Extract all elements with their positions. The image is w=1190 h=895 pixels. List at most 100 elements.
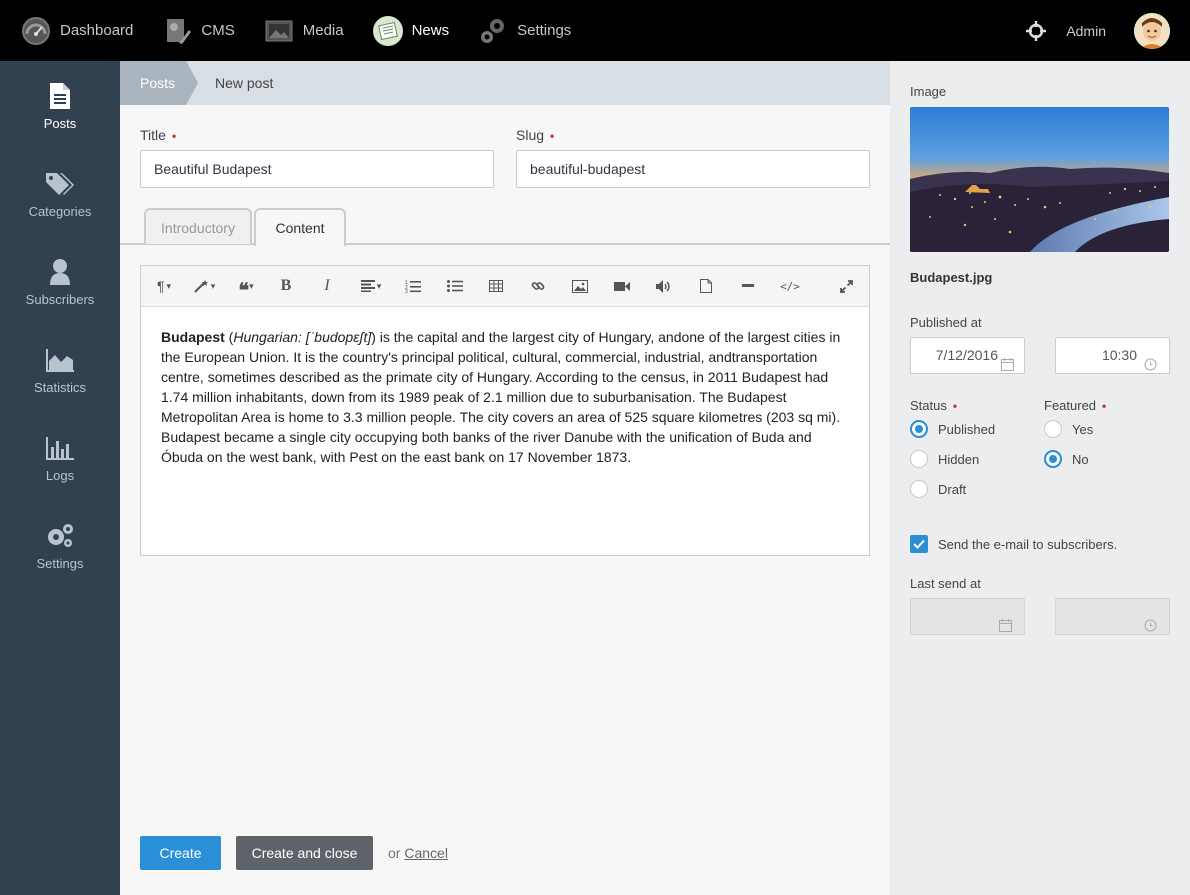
- status-label: Status •: [910, 398, 957, 413]
- topnav-label: Media: [302, 22, 344, 39]
- slug-label-text: Slug: [516, 127, 545, 143]
- sidebar-item-subscribers[interactable]: Subscribers: [0, 237, 120, 325]
- sidebar-item-statistics[interactable]: Statistics: [0, 325, 120, 413]
- breadcrumb: Posts New post: [120, 61, 890, 105]
- code-view-icon[interactable]: </>: [775, 266, 805, 306]
- right-panel: Image Budapest.jpg Published at 7/12/201…: [890, 61, 1190, 895]
- calendar-icon: [999, 610, 1012, 645]
- media-photo-icon: [263, 15, 295, 47]
- tab-content[interactable]: Content: [254, 208, 346, 246]
- editor-content[interactable]: Budapest (Hungarian: [ˈbudopɛʃt]) is the…: [141, 307, 869, 467]
- create-and-close-button[interactable]: Create and close: [236, 836, 373, 870]
- content-body: ) is the capital and the largest city of…: [161, 329, 841, 465]
- status-option-label: Draft: [938, 482, 967, 497]
- featured-no-radio[interactable]: [1044, 450, 1062, 468]
- published-time-input[interactable]: 10:30: [1055, 337, 1170, 374]
- sidebar-item-label: Logs: [45, 467, 75, 483]
- slug-input[interactable]: beautiful-budapest: [516, 150, 870, 188]
- unordered-list-icon[interactable]: [440, 266, 470, 306]
- required-mark: •: [1102, 399, 1107, 413]
- featured-label-text: Featured: [1044, 398, 1097, 413]
- topnav-label: Dashboard: [60, 22, 134, 39]
- news-icon: [372, 15, 404, 47]
- document-icon: [44, 80, 76, 112]
- cancel-link[interactable]: Cancel: [404, 845, 448, 861]
- breadcrumb-current: New post: [215, 75, 274, 91]
- status-option-label: Hidden: [938, 452, 980, 467]
- align-icon[interactable]: ▾: [356, 266, 386, 306]
- send-email-checkbox[interactable]: [910, 535, 928, 553]
- featured-label: Featured •: [1044, 398, 1106, 413]
- calendar-icon: [1001, 349, 1014, 384]
- topnav-label: CMS: [201, 22, 235, 39]
- tab-introductory[interactable]: Introductory: [144, 208, 252, 244]
- topnav-cms[interactable]: CMS: [161, 0, 235, 61]
- user-icon: [44, 256, 76, 288]
- title-label: Title •: [140, 127, 176, 143]
- horizontal-rule-icon[interactable]: [733, 266, 763, 306]
- status-draft-radio[interactable]: [910, 480, 928, 498]
- featured-yes-radio[interactable]: [1044, 420, 1062, 438]
- status-option-label: Published: [938, 422, 996, 437]
- featured-option-label: Yes: [1072, 422, 1094, 437]
- tags-icon: [44, 168, 76, 200]
- fullscreen-icon[interactable]: [831, 266, 861, 306]
- or-text: or: [388, 845, 401, 861]
- quote-icon[interactable]: ❝ ▾: [231, 266, 261, 306]
- topnav-label: News: [411, 22, 450, 39]
- avatar[interactable]: [1134, 12, 1170, 49]
- audio-icon[interactable]: [649, 266, 679, 306]
- italic-icon[interactable]: I: [312, 266, 342, 306]
- sidebar-item-label: Statistics: [33, 379, 86, 395]
- settings-gears-icon: [477, 15, 509, 47]
- status-published-radio[interactable]: [910, 420, 928, 438]
- image-filename: Budapest.jpg: [910, 270, 993, 285]
- featured-image[interactable]: [910, 107, 1169, 252]
- link-icon[interactable]: [523, 266, 553, 306]
- breadcrumb-posts[interactable]: Posts: [120, 61, 186, 105]
- ordered-list-icon[interactable]: 123: [398, 266, 428, 306]
- topnav-media[interactable]: Media: [263, 0, 344, 61]
- slug-label: Slug •: [516, 127, 554, 143]
- clock-icon: [1144, 349, 1157, 384]
- sidebar-item-logs[interactable]: Logs: [0, 413, 120, 501]
- breadcrumb-separator: [186, 61, 198, 105]
- published-time-value: 10:30: [1101, 347, 1137, 363]
- user-name[interactable]: Admin: [1066, 23, 1106, 39]
- bar-chart-icon: [44, 432, 76, 464]
- file-icon[interactable]: [691, 266, 721, 306]
- title-label-text: Title: [140, 127, 166, 143]
- top-right: Admin: [1026, 0, 1190, 61]
- sidebar-item-label: Categories: [28, 203, 92, 219]
- sidebar-item-posts[interactable]: Posts: [0, 61, 120, 149]
- paragraph-format-icon[interactable]: ¶ ▾: [149, 266, 179, 306]
- image-icon[interactable]: [565, 266, 595, 306]
- magic-wand-icon[interactable]: ▾: [189, 266, 219, 306]
- table-icon[interactable]: [481, 266, 511, 306]
- topnav-dashboard[interactable]: Dashboard: [20, 0, 133, 61]
- topnav-settings[interactable]: Settings: [477, 0, 571, 61]
- featured-option-label: No: [1072, 452, 1089, 467]
- sidebar-item-categories[interactable]: Categories: [0, 149, 120, 237]
- create-button[interactable]: Create: [140, 836, 221, 870]
- required-mark: •: [952, 399, 958, 413]
- status-label-text: Status: [910, 398, 947, 413]
- area-chart-icon: [44, 344, 76, 376]
- top-nav: Dashboard CMS Media News Settings: [0, 0, 579, 61]
- topnav-news[interactable]: News: [372, 0, 450, 61]
- sidebar-item-settings[interactable]: Settings: [0, 501, 120, 589]
- required-mark: •: [171, 129, 177, 143]
- cogs-icon: [44, 520, 76, 552]
- bold-icon[interactable]: B: [271, 266, 301, 306]
- svg-text:3: 3: [405, 289, 408, 293]
- video-icon[interactable]: [607, 266, 637, 306]
- published-date-input[interactable]: 7/12/2016: [910, 337, 1025, 374]
- title-input[interactable]: Beautiful Budapest: [140, 150, 494, 188]
- last-send-label: Last send at: [910, 576, 981, 591]
- main-content: Posts New post Title • Beautiful Budapest…: [120, 61, 890, 895]
- send-email-label[interactable]: Send the e-mail to subscribers.: [938, 537, 1117, 552]
- crosshair-icon[interactable]: [1026, 20, 1047, 41]
- last-send-time-input: [1055, 598, 1170, 635]
- content-bold-lead: Budapest: [161, 329, 225, 345]
- status-hidden-radio[interactable]: [910, 450, 928, 468]
